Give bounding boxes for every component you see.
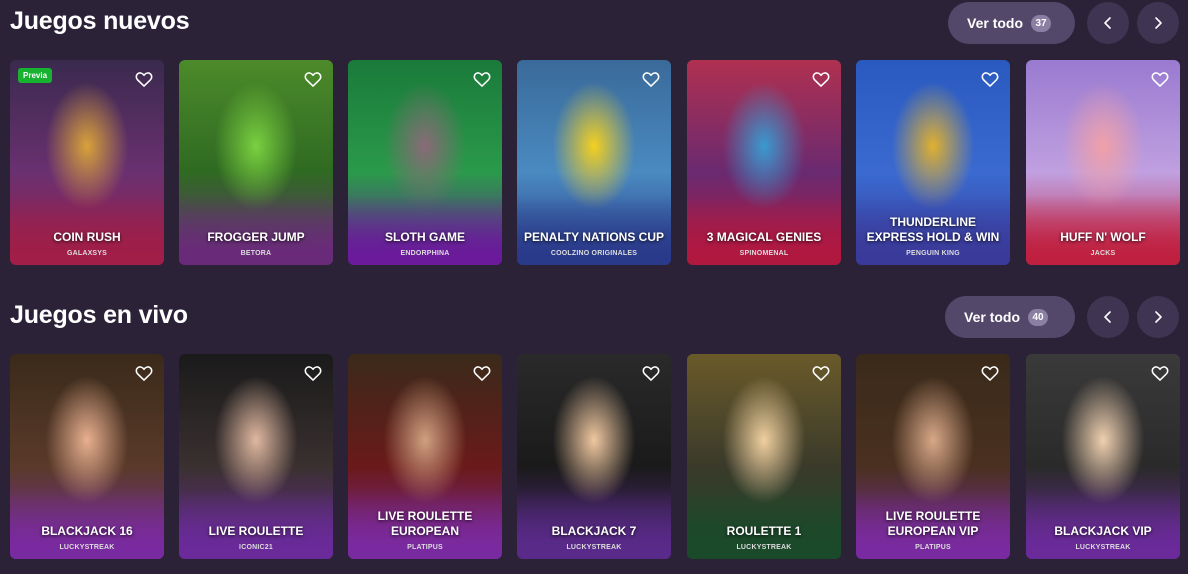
section-title: Juegos en vivo xyxy=(10,301,188,329)
favorite-heart-icon[interactable] xyxy=(980,363,1000,383)
game-card[interactable]: BLACKJACK 16 LUCKYSTREAK xyxy=(10,354,164,559)
count-badge: 37 xyxy=(1031,14,1052,32)
favorite-heart-icon[interactable] xyxy=(134,69,154,89)
game-provider: PLATIPUS xyxy=(407,544,443,551)
favorite-heart-icon[interactable] xyxy=(1150,69,1170,89)
game-card[interactable]: Previa COIN RUSH GALAXSYS xyxy=(10,60,164,265)
game-provider: COOLZINO ORIGINALES xyxy=(550,250,638,257)
chevron-right-icon xyxy=(1155,311,1162,323)
preview-badge: Previa xyxy=(18,68,53,83)
game-card[interactable]: BLACKJACK VIP LUCKYSTREAK xyxy=(1026,354,1180,559)
game-provider: JACKS xyxy=(1090,250,1116,257)
favorite-heart-icon[interactable] xyxy=(472,363,492,383)
game-provider: SPINOMENAL xyxy=(739,250,789,257)
game-title: FROGGER JUMP xyxy=(207,230,305,244)
game-card[interactable]: FROGGER JUMP BETORA xyxy=(179,60,333,265)
favorite-heart-icon[interactable] xyxy=(811,69,831,89)
game-title: SLOTH GAME xyxy=(385,230,465,244)
favorite-heart-icon[interactable] xyxy=(303,363,323,383)
chevron-left-icon xyxy=(1104,311,1111,323)
game-card[interactable]: SLOTH GAME ENDORPHINA xyxy=(348,60,502,265)
favorite-heart-icon[interactable] xyxy=(303,69,323,89)
game-title: LIVE ROULETTE EUROPEAN VIP xyxy=(885,509,981,538)
game-provider: ICONIC21 xyxy=(239,544,273,551)
game-title: LIVE ROULETTE EUROPEAN xyxy=(377,509,473,538)
game-title: COIN RUSH xyxy=(53,230,121,244)
new-games-section: Juegos nuevos Ver todo 37 Previa COIN RUS… xyxy=(0,0,1188,265)
favorite-heart-icon[interactable] xyxy=(811,363,831,383)
see-all-label: Ver todo xyxy=(967,15,1024,31)
favorite-heart-icon[interactable] xyxy=(641,69,661,89)
game-title: 3 MAGICAL GENIES xyxy=(706,230,822,244)
game-card[interactable]: PENALTY NATIONS CUP COOLZINO ORIGINALES xyxy=(517,60,671,265)
count-badge: 40 xyxy=(1028,308,1049,326)
prev-arrow-button[interactable] xyxy=(1087,296,1129,338)
next-arrow-button[interactable] xyxy=(1137,2,1179,44)
favorite-heart-icon[interactable] xyxy=(980,69,1000,89)
game-card[interactable]: HUFF N' WOLF JACKS xyxy=(1026,60,1180,265)
game-title: PENALTY NATIONS CUP xyxy=(523,230,664,244)
game-title: BLACKJACK VIP xyxy=(1054,524,1152,538)
game-title: LIVE ROULETTE xyxy=(208,524,304,538)
game-card[interactable]: LIVE ROULETTE EUROPEAN PLATIPUS xyxy=(348,354,502,559)
live-games-header: Juegos en vivo Ver todo 40 xyxy=(0,294,1188,342)
game-title: THUNDERLINE EXPRESS HOLD & WIN xyxy=(866,215,1000,244)
game-title: HUFF N' WOLF xyxy=(1060,230,1146,244)
game-provider: ENDORPHINA xyxy=(400,250,450,257)
chevron-left-icon xyxy=(1104,17,1111,29)
chevron-right-icon xyxy=(1155,17,1162,29)
favorite-heart-icon[interactable] xyxy=(134,363,154,383)
favorite-heart-icon[interactable] xyxy=(472,69,492,89)
game-provider: PLATIPUS xyxy=(915,544,951,551)
game-card[interactable]: LIVE ROULETTE EUROPEAN VIP PLATIPUS xyxy=(856,354,1010,559)
game-provider: LUCKYSTREAK xyxy=(736,544,792,551)
game-title: BLACKJACK 16 xyxy=(41,524,133,538)
game-provider: PENGUIN KING xyxy=(906,250,960,257)
game-card[interactable]: THUNDERLINE EXPRESS HOLD & WIN PENGUIN KI… xyxy=(856,60,1010,265)
game-title: ROULETTE 1 xyxy=(726,524,802,538)
game-card[interactable]: ROULETTE 1 LUCKYSTREAK xyxy=(687,354,841,559)
favorite-heart-icon[interactable] xyxy=(641,363,661,383)
game-provider: BETORA xyxy=(240,250,272,257)
section-title: Juegos nuevos xyxy=(10,7,190,35)
game-provider: LUCKYSTREAK xyxy=(59,544,115,551)
see-all-button[interactable]: Ver todo 40 xyxy=(945,296,1075,338)
game-provider: LUCKYSTREAK xyxy=(566,544,622,551)
next-arrow-button[interactable] xyxy=(1137,296,1179,338)
game-provider: LUCKYSTREAK xyxy=(1075,544,1131,551)
game-card[interactable]: LIVE ROULETTE ICONIC21 xyxy=(179,354,333,559)
game-card[interactable]: BLACKJACK 7 LUCKYSTREAK xyxy=(517,354,671,559)
prev-arrow-button[interactable] xyxy=(1087,2,1129,44)
game-provider: GALAXSYS xyxy=(66,250,108,257)
see-all-label: Ver todo xyxy=(964,309,1021,325)
game-card[interactable]: 3 MAGICAL GENIES SPINOMENAL xyxy=(687,60,841,265)
live-games-section: Juegos en vivo Ver todo 40 BLACKJACK 16 L… xyxy=(0,294,1188,559)
new-games-header: Juegos nuevos Ver todo 37 xyxy=(0,0,1188,48)
favorite-heart-icon[interactable] xyxy=(1150,363,1170,383)
game-title: BLACKJACK 7 xyxy=(551,524,637,538)
see-all-button[interactable]: Ver todo 37 xyxy=(948,2,1075,44)
